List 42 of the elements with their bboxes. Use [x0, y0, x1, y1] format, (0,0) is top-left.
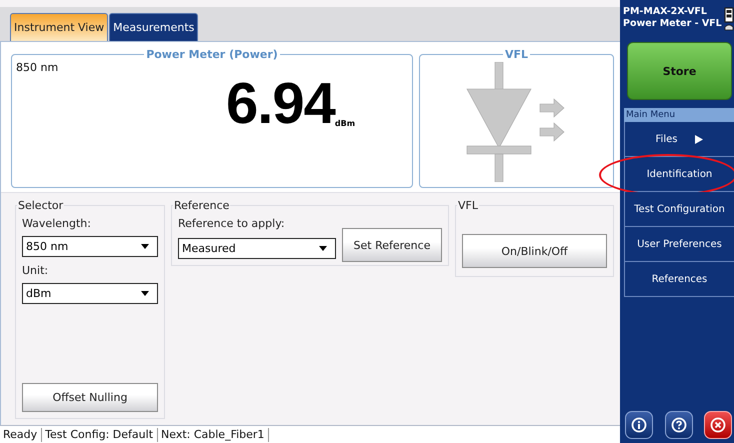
help-icon	[670, 417, 686, 433]
group-title: Reference	[173, 199, 230, 212]
tab[interactable]: Instrument View	[10, 13, 108, 41]
wavelength-dropdown[interactable]: 850 nm	[22, 236, 158, 257]
panel-title: VFL	[504, 48, 530, 61]
group-title: Selector	[17, 199, 64, 212]
reference-dropdown[interactable]: Measured	[178, 238, 336, 259]
field-label: Wavelength:	[22, 217, 92, 230]
battery-icon	[724, 6, 734, 32]
device-title: Power Meter - VFL	[623, 18, 722, 30]
status-text: Next: Cable_Fiber1	[158, 428, 270, 442]
menu-item[interactable]: Identification	[624, 157, 734, 192]
submenu-arrow-icon	[695, 134, 704, 144]
caret-icon	[141, 291, 149, 296]
wavelength-text: 850 nm	[16, 61, 58, 74]
tab[interactable]: Measurements	[109, 13, 198, 41]
info-icon	[631, 417, 647, 433]
close-icon	[710, 417, 726, 433]
menu-item[interactable]: Test Configuration	[624, 192, 734, 227]
help-button[interactable]	[664, 411, 692, 439]
status-text: Ready	[0, 428, 42, 442]
store-button[interactable]: Store	[627, 42, 732, 100]
device-title: PM-MAX-2X-VFL	[623, 6, 708, 18]
vfl-mode-button[interactable]: On/Blink/Off	[462, 234, 607, 268]
close-button[interactable]	[704, 411, 732, 439]
field-label: Unit:	[22, 264, 50, 277]
menu-item[interactable]: User Preferences	[624, 227, 734, 262]
group-title: VFL	[457, 199, 479, 212]
field-label: Reference to apply:	[178, 217, 286, 230]
panel-title: Power Meter (Power)	[145, 48, 279, 61]
menu-title: Main Menu	[624, 108, 734, 122]
menu-item[interactable]: References	[624, 262, 734, 297]
offset-nulling-button[interactable]: Offset Nulling	[22, 383, 158, 412]
status-text: Test Config: Default	[42, 428, 158, 442]
caret-icon	[141, 244, 149, 249]
menu-item[interactable]: Files	[624, 122, 734, 157]
unit-text: dBm	[334, 119, 356, 128]
unit-dropdown[interactable]: dBm	[22, 283, 158, 304]
set-reference-button[interactable]: Set Reference	[342, 228, 442, 262]
info-button[interactable]	[625, 411, 653, 439]
power-value: 6.94	[226, 78, 335, 130]
caret-icon	[319, 246, 327, 251]
